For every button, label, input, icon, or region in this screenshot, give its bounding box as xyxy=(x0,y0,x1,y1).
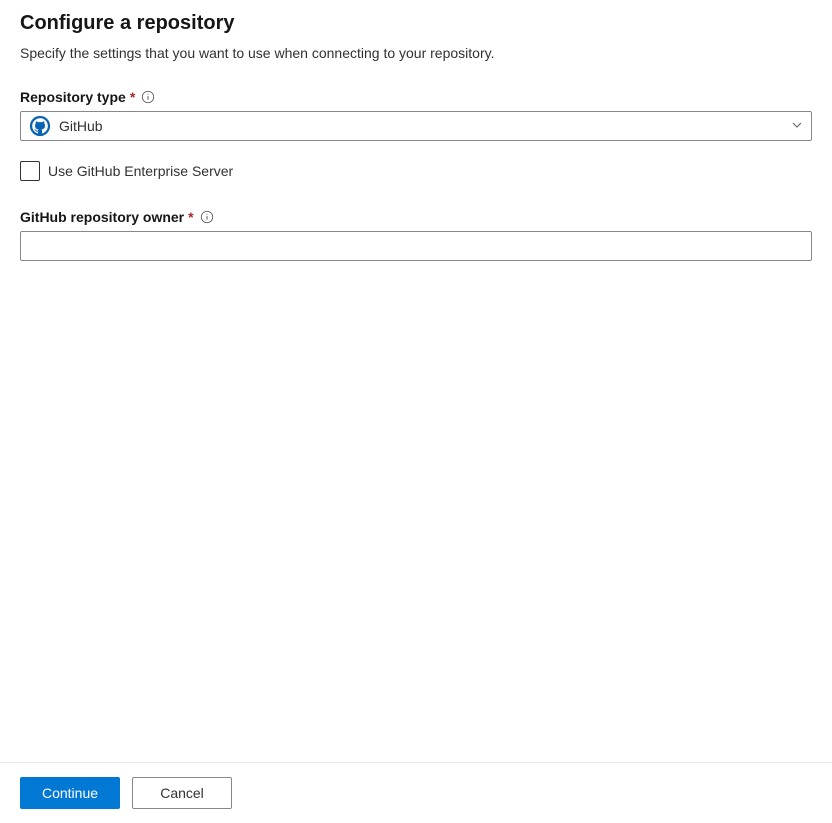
repository-type-dropdown[interactable]: GitHub xyxy=(20,111,812,141)
repository-owner-field: GitHub repository owner * xyxy=(20,209,812,261)
repository-type-label-row: Repository type * xyxy=(20,89,812,105)
cancel-button[interactable]: Cancel xyxy=(132,777,232,809)
footer-actions: Continue Cancel xyxy=(0,762,832,823)
repository-owner-input[interactable] xyxy=(20,231,812,261)
enterprise-server-label[interactable]: Use GitHub Enterprise Server xyxy=(48,163,233,179)
repository-owner-label-row: GitHub repository owner * xyxy=(20,209,812,225)
chevron-down-icon xyxy=(791,119,803,134)
repository-type-field: Repository type * GitHub xyxy=(20,89,812,141)
github-icon xyxy=(29,115,51,137)
repository-type-value: GitHub xyxy=(59,118,791,134)
continue-button[interactable]: Continue xyxy=(20,777,120,809)
enterprise-server-row: Use GitHub Enterprise Server xyxy=(20,161,812,181)
repository-owner-label: GitHub repository owner xyxy=(20,209,184,225)
required-asterisk: * xyxy=(130,89,135,105)
page-title: Configure a repository xyxy=(20,12,812,35)
configure-repository-panel: Configure a repository Specify the setti… xyxy=(0,0,832,261)
page-subtitle: Specify the settings that you want to us… xyxy=(20,45,812,61)
required-asterisk: * xyxy=(188,209,193,225)
info-icon[interactable] xyxy=(200,210,214,224)
info-icon[interactable] xyxy=(141,90,155,104)
enterprise-server-checkbox[interactable] xyxy=(20,161,40,181)
repository-type-label: Repository type xyxy=(20,89,126,105)
